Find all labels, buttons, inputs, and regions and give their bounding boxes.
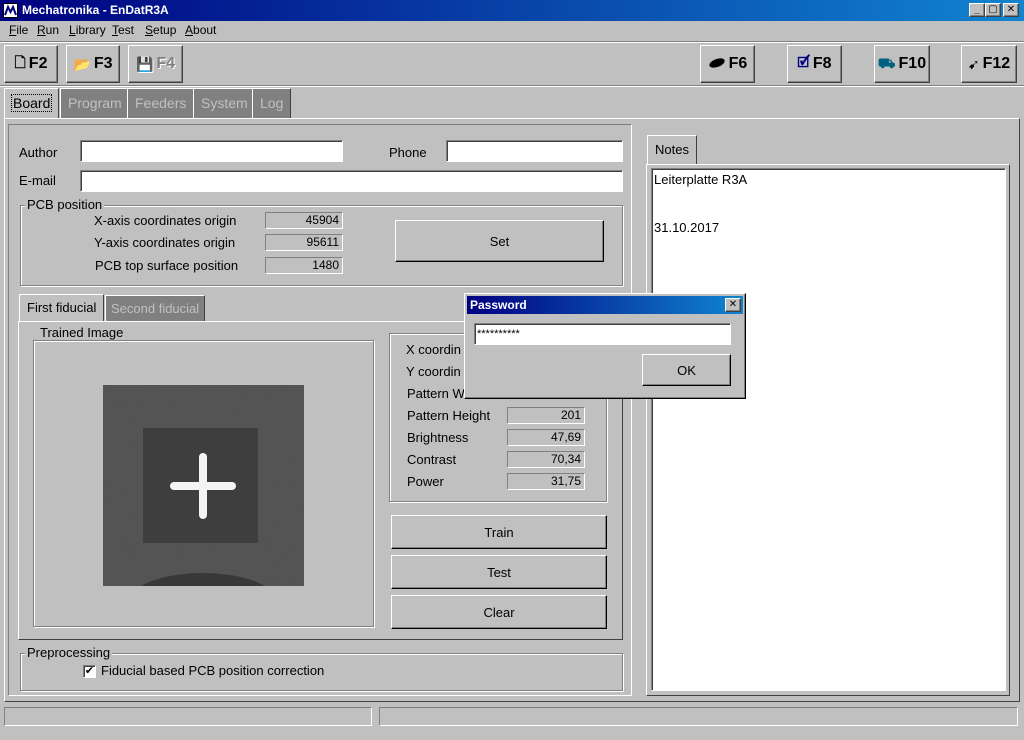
phone-input[interactable] [446,140,623,162]
tab-program[interactable]: Program [60,88,130,118]
menu-test[interactable]: Test [112,23,134,37]
f12-button[interactable]: ➹ F12 [961,45,1017,83]
y-origin-value: 95611 [265,234,343,251]
minimize-button[interactable]: _ [969,3,985,17]
f6-button[interactable]: F6 [700,45,755,83]
trained-fiducial-image [103,385,304,633]
tab-notes[interactable]: Notes [647,135,697,165]
menu-library[interactable]: Library [69,23,106,37]
y-origin-label: Y-axis coordinates origin [94,235,236,250]
fiducial-correction-label: Fiducial based PCB position correction [101,663,325,678]
pcb-top-value: 1480 [265,257,343,274]
notes-textarea[interactable]: Leiterplatte R3A 31.10.2017 [651,168,1006,691]
pcb-position-title: PCB position [25,197,105,212]
new-file-icon: 🗋 [14,54,26,70]
clear-button[interactable]: Clear [391,595,607,629]
author-input[interactable] [80,140,343,162]
email-input[interactable] [80,170,623,192]
nozzle-icon [708,56,726,72]
tab-feeders[interactable]: Feeders [127,88,195,118]
trained-image-title: Trained Image [38,325,126,340]
password-input[interactable]: ********** [474,323,731,345]
password-dialog-titlebar: Password ✕ [467,296,743,314]
status-panel-right [379,707,1018,726]
author-label: Author [19,145,58,160]
power-value: 31,75 [507,473,585,490]
fiducial-correction-checkbox[interactable]: ✔ [83,665,96,678]
x-origin-label: X-axis coordinates origin [94,213,237,228]
notes-line-1: Leiterplatte R3A [654,172,748,187]
f8-button[interactable]: 🗹 F8 [787,45,842,83]
notes-line-2: 31.10.2017 [654,220,720,235]
test-button[interactable]: Test [391,555,607,589]
menu-setup[interactable]: Setup [145,23,176,37]
run-arrow-icon: ➹ [967,55,980,72]
password-dialog-title: Password [470,298,527,312]
menu-about[interactable]: About [185,23,216,37]
app-logo-icon [3,3,18,18]
train-button[interactable]: Train [391,515,607,549]
maximize-button[interactable]: ▢ [985,3,1001,17]
tab-second-fiducial[interactable]: Second fiducial [105,295,206,322]
open-folder-icon: 📂 [73,55,91,72]
set-button[interactable]: Set [395,220,604,262]
contrast-value: 70,34 [507,451,585,468]
email-label: E-mail [19,173,56,188]
window-title: Mechatronika - EnDatR3A [22,3,169,17]
power-label: Power [407,474,444,489]
tab-first-fiducial[interactable]: First fiducial [19,294,105,322]
tab-board[interactable]: Board [4,88,60,118]
check-document-icon: 🗹 [797,54,810,70]
status-panel-left [4,707,372,726]
password-dialog: Password ✕ ********** OK [464,293,746,399]
f4-save-button[interactable]: 💾 F4 [128,45,183,83]
brightness-value: 47,69 [507,429,585,446]
password-close-button[interactable]: ✕ [725,298,741,312]
machine-icon: ⛟ [877,54,896,71]
f2-new-button[interactable]: 🗋 F2 [4,45,58,83]
x-coordinate-label: X coordin [406,342,461,357]
phone-label: Phone [389,145,427,160]
menu-run[interactable]: Run [37,23,59,37]
preprocessing-title: Preprocessing [25,645,113,660]
pattern-width-label: Pattern W [407,386,465,401]
pcb-top-label: PCB top surface position [95,258,239,273]
x-origin-value: 45904 [265,212,343,229]
pattern-height-value: 201 [507,407,585,424]
menu-file[interactable]: File [9,23,28,37]
password-ok-button[interactable]: OK [642,354,731,386]
tab-log[interactable]: Log [252,88,292,118]
title-bar: Mechatronika - EnDatR3A _ ▢ ✕ [0,0,1024,21]
close-button[interactable]: ✕ [1003,3,1019,17]
pattern-height-label: Pattern Height [407,408,491,423]
f3-open-button[interactable]: 📂 F3 [66,45,120,83]
f10-button[interactable]: ⛟ F10 [874,45,930,83]
brightness-label: Brightness [407,430,469,445]
tab-system[interactable]: System [193,88,256,118]
save-disk-icon: 💾 [135,55,154,72]
contrast-label: Contrast [407,452,457,467]
y-coordinate-label: Y coordin [406,364,461,379]
